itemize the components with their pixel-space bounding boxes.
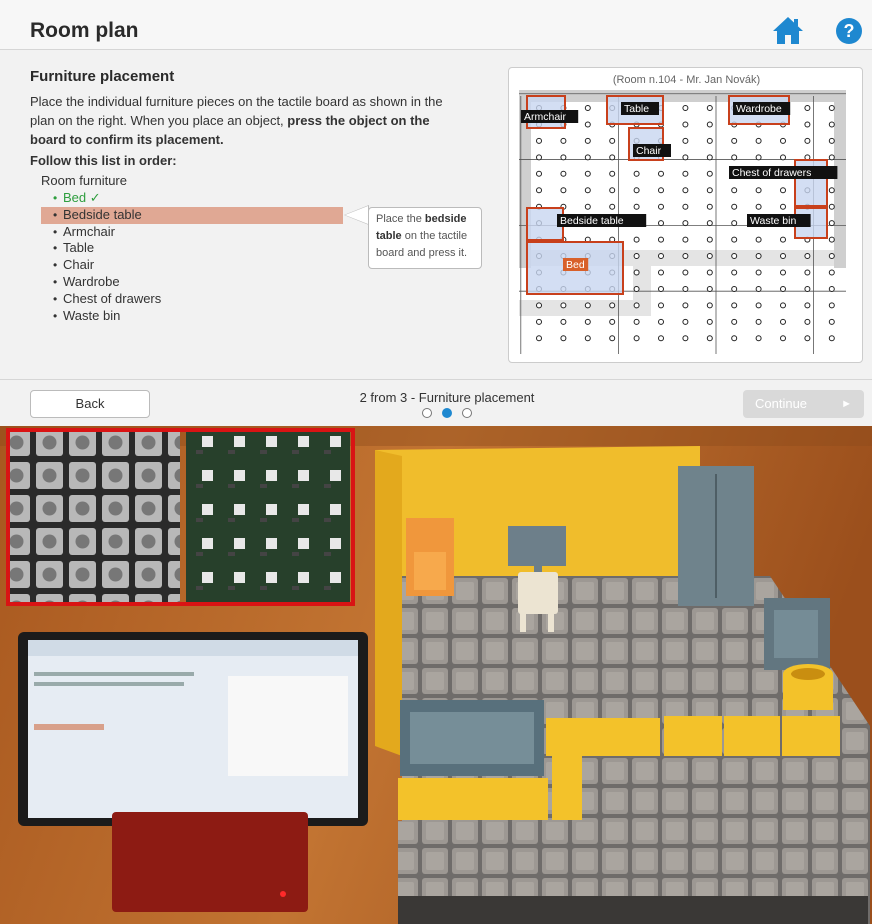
help-button[interactable]: ?: [836, 18, 862, 44]
furniture-list-item: • Waste bin: [41, 308, 343, 325]
plan-label-table: Table: [624, 103, 649, 115]
step-label: 2 from 3 - Furniture placement: [359, 390, 535, 405]
furniture-list-item-label: Bed ✓: [63, 190, 101, 205]
furniture-list-item: • Bed ✓: [41, 190, 343, 207]
instructions-text: Place the individual furniture pieces on…: [30, 92, 460, 149]
bullet-icon: •: [53, 258, 58, 273]
furniture-list-item-label: Table: [63, 240, 95, 256]
furniture-list-item-label: Waste bin: [63, 307, 121, 323]
step-dot-2: [442, 408, 452, 418]
plan-label-wardrobe: Wardrobe: [736, 103, 782, 115]
help-icon: ?: [843, 21, 855, 41]
continue-label: Continue: [755, 396, 808, 411]
step-dot-1: [422, 408, 432, 418]
continue-button[interactable]: Continue ►: [743, 390, 864, 418]
tooltip-arrow: [345, 206, 368, 224]
back-button[interactable]: Back: [30, 390, 150, 418]
room-plan-panel: (Room n.104 - Mr. Jan Novák) Armchair Tab…: [508, 67, 863, 363]
furniture-list-item: • Chest of drawers: [41, 291, 343, 308]
bullet-icon: •: [53, 291, 58, 306]
plan-label-chair: Chair: [636, 145, 662, 157]
step-indicator: [418, 408, 478, 420]
instruction-tooltip: Place the bedside table on the tactile b…: [368, 207, 482, 269]
setup-photo-illustration: [0, 426, 872, 924]
page-title: Room plan: [30, 19, 139, 42]
furniture-list-item-label: Chair: [63, 257, 95, 273]
home-icon: [773, 17, 803, 44]
furniture-list-item: • Table: [41, 240, 343, 257]
list-group-label: Room furniture: [41, 173, 127, 188]
plan-wall-top: [519, 90, 846, 102]
furniture-list-item: • Armchair: [41, 224, 343, 241]
bullet-icon: •: [53, 274, 58, 289]
furniture-list-item: • Wardrobe: [41, 274, 343, 291]
divider: [0, 379, 872, 380]
plan-label-waste: Waste bin: [750, 215, 796, 227]
furniture-list-item: • Chair: [41, 257, 343, 274]
plan-label-armchair: Armchair: [524, 111, 567, 123]
app-root: Room plan ? Furniture placement Place th…: [0, 0, 872, 924]
plan-label-bed: Bed: [566, 259, 585, 271]
furniture-list-item-label: Chest of drawers: [63, 290, 162, 306]
header-bar: Room plan ?: [0, 0, 872, 50]
bullet-icon: •: [53, 191, 58, 205]
room-plan-grid: Armchair Table Wardrobe Chair Chest of drawe…: [517, 88, 848, 358]
tooltip-text-prefix: Place the: [376, 213, 425, 225]
furniture-list-item-label: Bedside table: [63, 206, 142, 222]
setup-photo: [0, 426, 872, 924]
furniture-list-item-label: Wardrobe: [63, 273, 120, 289]
continue-arrow-icon: ►: [841, 398, 852, 410]
bullet-icon: •: [53, 308, 58, 323]
section-title: Furniture placement: [30, 68, 175, 85]
furniture-list: • Bed ✓ • Bedside table • Armchair • Table • Chai…: [41, 190, 343, 324]
furniture-list-item-label: Armchair: [63, 223, 116, 239]
plan-label-chest: Chest of drawers: [732, 167, 811, 179]
plan-label-bedside: Bedside table: [560, 215, 624, 227]
step-dot-3: [462, 408, 472, 418]
list-heading: Follow this list in order:: [30, 153, 177, 168]
plan-caption: (Room n.104 - Mr. Jan Novák): [612, 74, 761, 86]
bullet-icon: •: [53, 224, 58, 239]
furniture-list-item: • Bedside table: [41, 206, 343, 224]
bullet-icon: •: [53, 207, 58, 222]
bullet-icon: •: [53, 241, 58, 256]
plan-wall-lower: [519, 300, 633, 316]
home-button[interactable]: [772, 15, 804, 45]
